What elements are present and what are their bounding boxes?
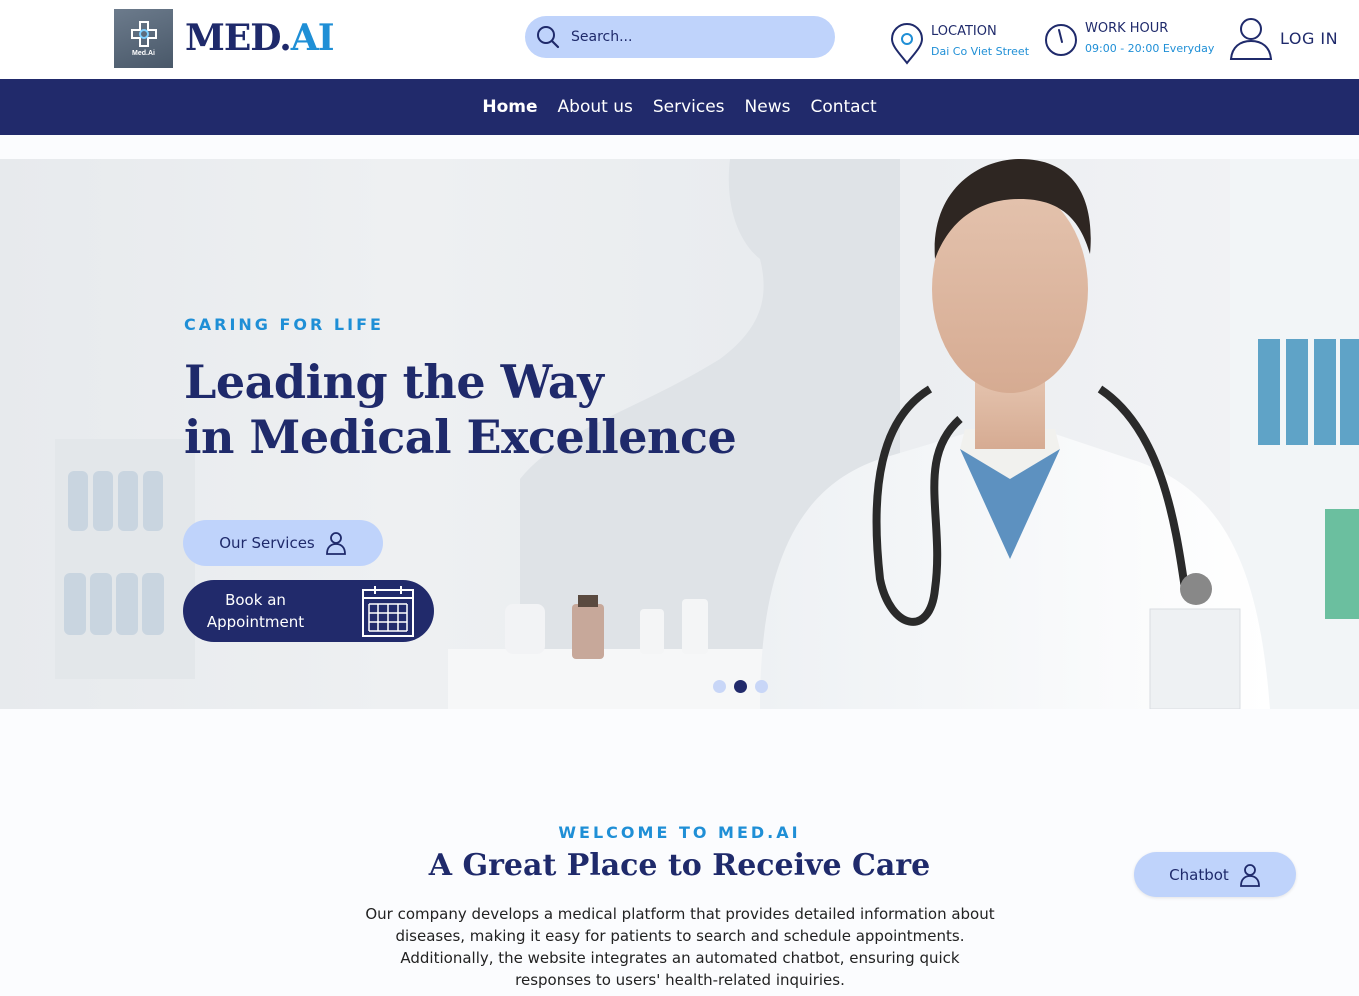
calendar-icon — [362, 586, 414, 637]
nav-item-about[interactable]: About us — [558, 97, 633, 117]
book-appointment-button[interactable]: Book an Appointment — [183, 580, 434, 642]
our-services-label: Our Services — [219, 534, 315, 552]
medical-cross-icon — [130, 21, 157, 47]
chatbot-label: Chatbot — [1169, 865, 1229, 884]
user-icon — [1239, 863, 1260, 887]
welcome-eyebrow: WELCOME TO MED.AI — [558, 823, 801, 842]
work-hour-value: 09:00 - 20:00 Everyday — [1085, 42, 1215, 55]
work-hour-label: WORK HOUR — [1085, 21, 1169, 36]
location-info: LOCATION Dai Co Viet Street — [889, 23, 1029, 65]
search-icon[interactable] — [535, 24, 561, 50]
nav-item-services[interactable]: Services — [653, 97, 725, 117]
nav-item-home[interactable]: Home — [482, 97, 537, 117]
hero-banner: CARING FOR LIFE Leading the Way in Medic… — [0, 159, 1359, 709]
logo-text: Med.Ai — [132, 50, 155, 57]
logo[interactable]: Med.Ai — [114, 9, 173, 68]
welcome-description: Our company develops a medical platform … — [340, 903, 1020, 991]
login-button[interactable]: LOG IN — [1228, 15, 1338, 61]
location-value: Dai Co Viet Street — [931, 45, 1030, 58]
brand-part-2: AI — [290, 17, 335, 59]
book-label-line-1: Book an — [225, 591, 286, 609]
our-services-button[interactable]: Our Services — [183, 520, 383, 566]
carousel-dot-2[interactable] — [734, 680, 747, 693]
nav-item-news[interactable]: News — [745, 97, 791, 117]
main-nav: Home About us Services News Contact — [0, 79, 1359, 135]
hero-title: Leading the Way in Medical Excellence — [184, 355, 737, 465]
user-icon — [1229, 18, 1273, 60]
carousel-indicators — [713, 680, 776, 693]
hero-eyebrow: CARING FOR LIFE — [184, 315, 384, 334]
brand-part-1: MED. — [185, 17, 292, 59]
location-pin-icon — [890, 23, 924, 65]
chatbot-button[interactable]: Chatbot — [1134, 852, 1296, 897]
clock-icon — [1045, 24, 1077, 56]
welcome-line-2: diseases, making it easy for patients to… — [395, 927, 965, 945]
user-icon — [325, 532, 346, 555]
welcome-line-4: responses to users' health-related inqui… — [515, 971, 845, 989]
hero-title-line-1: Leading the Way — [184, 355, 604, 409]
hero-title-line-2: in Medical Excellence — [184, 410, 737, 464]
login-label: LOG IN — [1280, 28, 1339, 48]
search-input[interactable] — [571, 29, 811, 45]
work-hour-info: WORK HOUR 09:00 - 20:00 Everyday — [1043, 20, 1214, 58]
nav-item-contact[interactable]: Contact — [810, 97, 876, 117]
brand-name[interactable]: MED.AI — [185, 16, 335, 60]
welcome-line-1: Our company develops a medical platform … — [365, 905, 995, 923]
book-label-line-2: Appointment — [206, 613, 305, 631]
book-appointment-label: Book an Appointment — [183, 589, 328, 633]
carousel-dot-3[interactable] — [755, 680, 768, 693]
carousel-dot-1[interactable] — [713, 680, 726, 693]
top-header: Med.Ai MED.AI LOCATION Dai Co Viet Stree… — [0, 0, 1359, 79]
search-bar[interactable] — [525, 16, 835, 58]
location-label: LOCATION — [931, 24, 997, 39]
welcome-line-3: Additionally, the website integrates an … — [400, 949, 960, 967]
